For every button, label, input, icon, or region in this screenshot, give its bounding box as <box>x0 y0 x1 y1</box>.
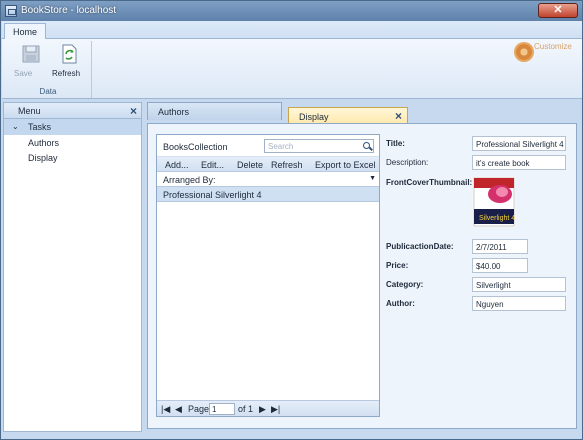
page-count: of 1 <box>238 404 254 414</box>
menu-group-tasks[interactable]: ⌄ Tasks <box>4 119 141 135</box>
add-button[interactable]: Add... <box>165 160 189 170</box>
floppy-disk-icon <box>22 45 40 63</box>
refresh-grid-button[interactable]: Refresh <box>271 160 303 170</box>
menu-group-label: Tasks <box>28 122 52 132</box>
grid-toolbar: Add... Edit... Delete Refresh Export to … <box>157 157 379 172</box>
refresh-icon <box>62 44 77 64</box>
menu-header: Menu × <box>4 103 141 119</box>
category-label: Category: <box>386 280 424 289</box>
document-area: Authors Display × BooksCollection Search… <box>145 102 580 432</box>
title-label: Title: <box>386 139 405 148</box>
title-bar: BookStore - localhost ✕ <box>1 1 582 21</box>
save-button[interactable]: Save <box>14 44 48 78</box>
delete-button[interactable]: Delete <box>237 160 263 170</box>
save-label: Save <box>14 69 33 78</box>
customize-label: Customize <box>534 42 572 51</box>
thumbnail-label: FrontCoverThumbnail: <box>386 178 473 187</box>
tab-display-label: Display <box>299 112 329 122</box>
prev-page-icon[interactable]: ◀ <box>175 404 182 415</box>
chevron-down-icon: ⌄ <box>12 122 19 131</box>
window-title: BookStore - localhost <box>21 5 117 16</box>
window-close-button[interactable]: ✕ <box>538 3 578 18</box>
navigation-menu: Menu × ⌄ Tasks Authors Display <box>3 102 142 432</box>
customize-button[interactable]: Customize <box>514 40 576 62</box>
description-label: Description: <box>386 158 429 167</box>
refresh-button[interactable]: Refresh <box>52 44 86 78</box>
book-details-form: Title: Professional Silverlight 4 Descri… <box>386 134 572 311</box>
menu-item-authors[interactable]: Authors <box>4 135 141 150</box>
arranged-by-label: Arranged By: <box>163 175 216 185</box>
ribbon-body: Save Refresh Data Customize <box>2 39 582 99</box>
ribbon-group-label: Data <box>39 87 57 96</box>
ribbon-group-data: Save Refresh Data <box>4 41 92 98</box>
ribbon-tab-bar: Home <box>2 21 582 39</box>
author-field[interactable]: Nguyen <box>472 296 566 311</box>
book-cover-title: Silverlight 4 <box>479 215 515 222</box>
price-field[interactable]: $40.00 <box>472 258 528 273</box>
close-icon[interactable]: × <box>130 104 137 118</box>
grid-title: BooksCollection <box>163 142 228 152</box>
search-input[interactable]: Search <box>264 139 374 153</box>
table-row[interactable]: Professional Silverlight 4 <box>157 187 379 202</box>
book-cover-image: Silverlight 4 <box>472 176 516 228</box>
gear-icon <box>514 42 534 62</box>
tab-authors[interactable]: Authors <box>147 102 282 120</box>
ribbon-tab-home[interactable]: Home <box>4 23 47 39</box>
first-page-icon[interactable]: |◀ <box>161 404 170 415</box>
pubdate-field[interactable]: 2/7/2011 <box>472 239 528 254</box>
menu-title: Menu <box>18 106 41 116</box>
title-field[interactable]: Professional Silverlight 4 <box>472 136 566 151</box>
price-label: Price: <box>386 261 409 270</box>
app-icon <box>5 5 17 17</box>
page-label: Page <box>188 404 210 414</box>
refresh-label: Refresh <box>52 69 81 78</box>
grid-header: BooksCollection Search <box>157 135 379 157</box>
next-page-icon[interactable]: ▶ <box>259 404 266 415</box>
category-field[interactable]: Silverlight <box>472 277 566 292</box>
menu-item-display[interactable]: Display <box>4 150 141 165</box>
pubdate-label: PublicactionDate: <box>386 242 454 251</box>
author-label: Author: <box>386 299 415 308</box>
grid-pager: |◀ ◀ Page 1 of 1 ▶ ▶| <box>157 400 379 416</box>
app-window: BookStore - localhost ✕ Home Save Refres… <box>0 0 583 440</box>
last-page-icon[interactable]: ▶| <box>271 404 280 415</box>
dropdown-arrow-icon: ▼ <box>369 175 376 182</box>
search-icon[interactable] <box>363 142 370 149</box>
page-number-input[interactable]: 1 <box>209 403 235 415</box>
books-grid: BooksCollection Search Add... Edit... De… <box>156 134 380 417</box>
arranged-by-selector[interactable]: Arranged By: ▼ <box>157 172 379 187</box>
search-placeholder: Search <box>268 142 294 151</box>
export-button[interactable]: Export to Excel <box>315 160 376 170</box>
edit-button[interactable]: Edit... <box>201 160 224 170</box>
display-screen: BooksCollection Search Add... Edit... De… <box>147 123 577 429</box>
description-field[interactable]: it's create book <box>472 155 566 170</box>
close-icon[interactable]: × <box>395 109 402 123</box>
